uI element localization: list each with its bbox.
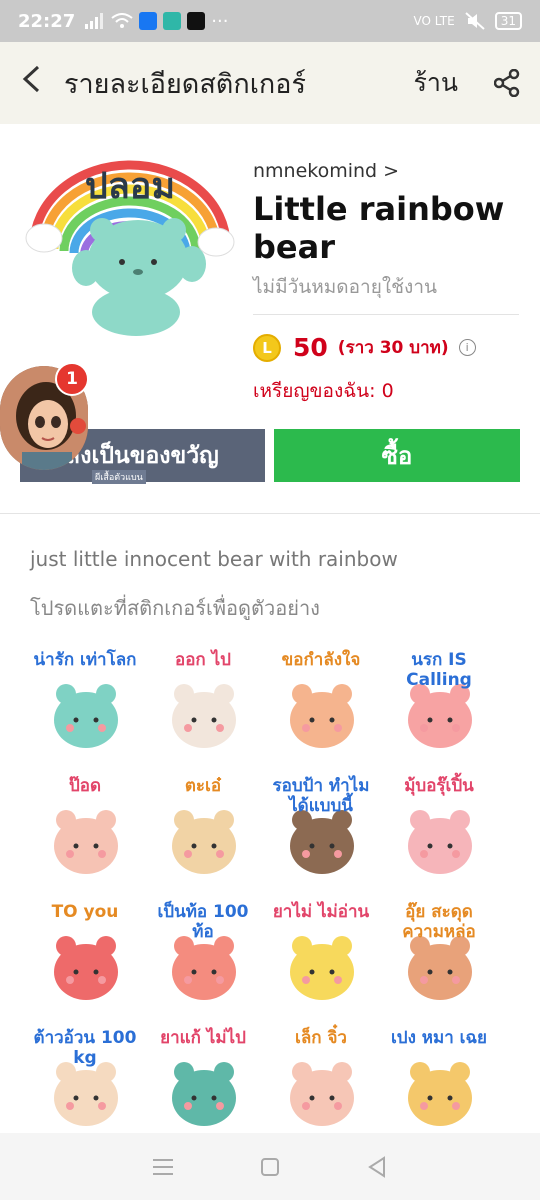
product-info: nmnekomind > Little rainbow bear ไม่มีวั…: [253, 160, 519, 406]
share-icon[interactable]: [494, 69, 520, 97]
sticker-item[interactable]: ยาไม่ ไม่อ่าน: [266, 902, 376, 1012]
sticker-main-text: ปลอม: [85, 166, 175, 207]
signal-icon: [85, 13, 104, 29]
facebook-icon: [139, 12, 158, 30]
home-icon[interactable]: [255, 1152, 285, 1182]
divider: [0, 513, 540, 514]
line-coin-icon: L: [253, 333, 281, 362]
sticker-item[interactable]: มุ้บอรุ๊เปิ้น: [384, 776, 494, 886]
sticker-text: นรก IS Calling: [406, 650, 472, 690]
sticker-item[interactable]: รอบป้า ทำไมได้แบบนี้: [266, 776, 376, 886]
sticker-item[interactable]: เปง หมา เฉย: [384, 1028, 494, 1138]
network-label: VO LTE: [413, 14, 455, 28]
sticker-item[interactable]: ตะเอ๋: [148, 776, 258, 886]
tiktok-icon: [187, 12, 206, 30]
sticker-item[interactable]: ออก ไป: [148, 650, 258, 760]
info-icon[interactable]: i: [458, 339, 476, 356]
sticker-item[interactable]: ป๊อด: [30, 776, 140, 886]
buy-button[interactable]: ซื้อ: [274, 429, 520, 482]
status-right: VO LTE 31: [414, 12, 522, 30]
sticker-text: เป็นท้อ 100 ท้อ: [157, 902, 249, 942]
sticker-item[interactable]: เป็นท้อ 100 ท้อ: [148, 902, 258, 1012]
system-nav-bar: [0, 1133, 540, 1200]
sticker-item[interactable]: น่ารัก เท่าโลก: [30, 650, 140, 760]
sticker-item[interactable]: นรก IS Calling: [384, 650, 494, 760]
sticker-name: Little rainbow bear: [253, 190, 505, 266]
sticker-item[interactable]: ขอกำลังใจ: [266, 650, 376, 760]
sticker-text: เล็ก จิ๋ว: [295, 1028, 347, 1048]
sticker-item[interactable]: ต้าวอ้วน 100 kg: [30, 1028, 140, 1138]
avatar-tag: ผีเสื้อตัวแบน: [92, 470, 146, 484]
chevron-left-icon[interactable]: [20, 64, 60, 102]
wifi-icon: [111, 13, 133, 28]
preview-hint: โปรดแตะที่สติกเกอร์เพื่อดูตัวอย่าง: [30, 596, 320, 620]
sticker-text: ต้าวอ้วน 100 kg: [33, 1028, 137, 1068]
description: just little innocent bear with rainbow: [30, 547, 398, 571]
status-time: 22:27: [18, 10, 76, 32]
status-icons: ···: [85, 11, 228, 32]
validity-text: ไม่มีวันหมดอายุใช้งาน: [253, 272, 519, 315]
page-title: รายละเอียดสติกเกอร์: [64, 68, 306, 100]
approx-price: (ราว 30 บาท): [337, 338, 449, 358]
price-row: L 50 (ราว 30 บาท) i: [253, 333, 519, 362]
notification-badge: 1: [55, 362, 89, 396]
sticker-text: น่ารัก เท่าโลก: [33, 650, 137, 670]
sticker-text: ออก ไป: [175, 650, 231, 670]
my-coins: เหรียญของฉัน: 0: [253, 380, 394, 402]
sticker-text: ยาไม่ ไม่อ่าน: [272, 902, 370, 922]
sticker-item[interactable]: อุ๊ย สะดุด ความหล่อ: [384, 902, 494, 1012]
shop-button[interactable]: ร้าน: [413, 63, 458, 103]
sticker-item[interactable]: TO you: [30, 902, 140, 1012]
more-notifications-icon: ···: [211, 10, 229, 32]
author-link[interactable]: nmnekomind >: [253, 160, 519, 182]
sticker-item[interactable]: เล็ก จิ๋ว: [266, 1028, 376, 1138]
app-notification-icon: [163, 12, 182, 30]
battery-indicator: 31: [494, 12, 522, 30]
status-bar: 22:27 ··· VO LTE 31: [0, 0, 540, 42]
menu-icon[interactable]: [148, 1152, 178, 1182]
sticker-text: ขอกำลังใจ: [281, 650, 361, 670]
sticker-text: ป๊อด: [68, 776, 102, 796]
sticker-text: ตะเอ๋: [184, 776, 222, 796]
sticker-text: TO you: [51, 902, 119, 922]
price-value: 50: [293, 333, 328, 362]
sticker-text: เปง หมา เฉย: [390, 1028, 488, 1048]
sticker-text: ยาแก้ ไม่ไป: [160, 1028, 246, 1048]
sticker-text: มุ้บอรุ๊เปิ้น: [404, 776, 474, 796]
mute-icon: [465, 12, 485, 30]
sticker-text: รอบป้า ทำไมได้แบบนี้: [272, 776, 370, 816]
back-nav-icon[interactable]: [362, 1152, 392, 1182]
top-bar: รายละเอียดสติกเกอร์ ร้าน: [0, 42, 540, 124]
sticker-text: อุ๊ย สะดุด ความหล่อ: [402, 902, 476, 942]
floating-chat-head[interactable]: 1: [0, 362, 92, 472]
sticker-main-image[interactable]: ปลอม: [24, 150, 236, 340]
sticker-item[interactable]: ยาแก้ ไม่ไป: [148, 1028, 258, 1138]
